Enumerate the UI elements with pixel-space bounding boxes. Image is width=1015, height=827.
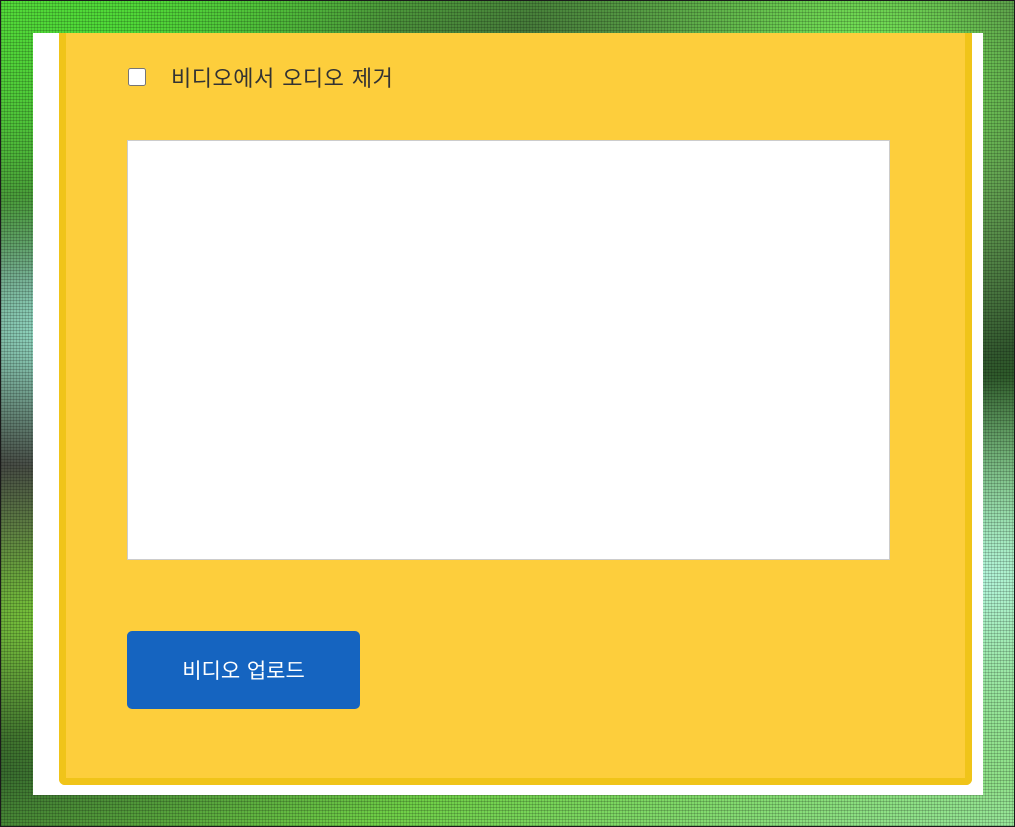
remove-audio-checkbox[interactable]: [128, 68, 146, 86]
upload-panel: 비디오에서 오디오 제거 비디오 업로드: [59, 33, 972, 785]
content-frame: 비디오에서 오디오 제거 비디오 업로드: [33, 33, 983, 795]
video-preview-area: [127, 140, 890, 560]
remove-audio-label: 비디오에서 오디오 제거: [171, 67, 394, 92]
remove-audio-option[interactable]: 비디오에서 오디오 제거: [128, 61, 393, 93]
upload-video-button[interactable]: 비디오 업로드: [127, 631, 360, 709]
screen: 비디오에서 오디오 제거 비디오 업로드: [0, 0, 1015, 827]
